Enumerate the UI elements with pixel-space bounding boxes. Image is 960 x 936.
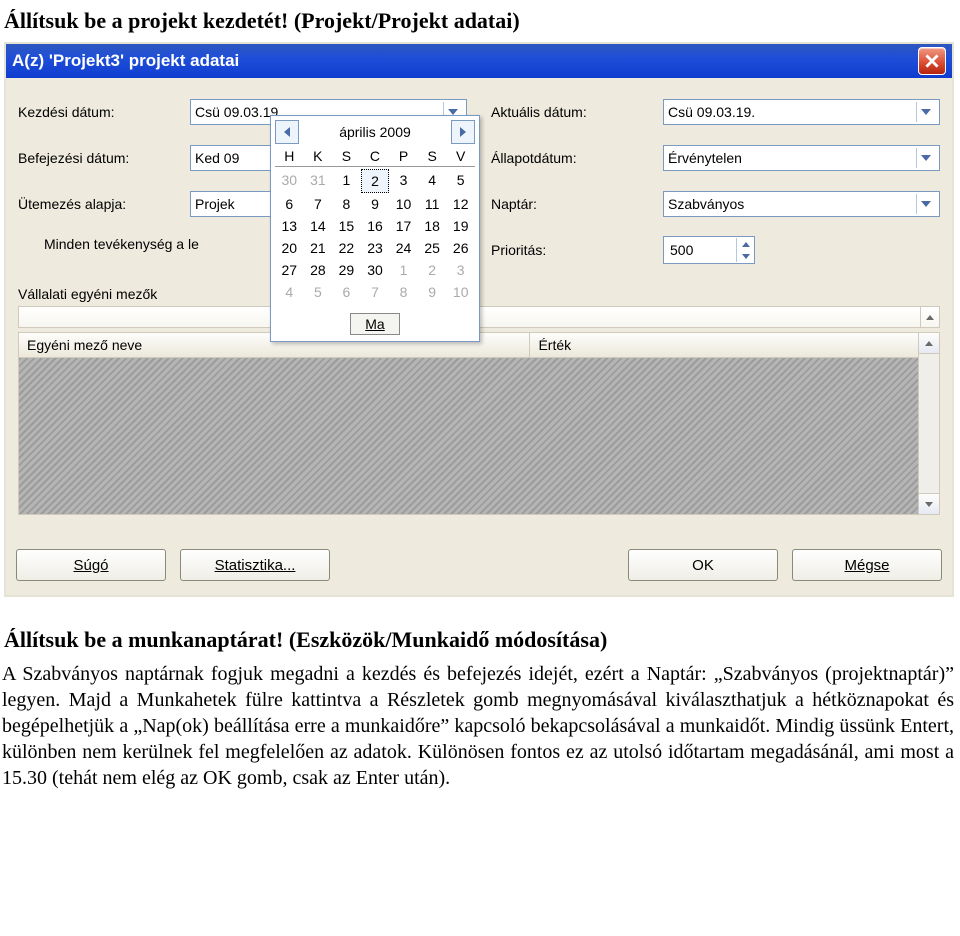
calendar-day[interactable]: 20 <box>275 237 304 259</box>
scroll-down-icon[interactable] <box>919 493 939 514</box>
current-date-value: Csü 09.03.19. <box>668 104 916 120</box>
calendar-day[interactable]: 26 <box>446 237 475 259</box>
calendar-day[interactable]: 21 <box>304 237 333 259</box>
datepicker-month: április 2009 <box>339 124 411 140</box>
calendar-day[interactable]: 5 <box>304 281 333 303</box>
calendar-day[interactable]: 25 <box>418 237 447 259</box>
calendar-day[interactable]: 5 <box>446 169 475 193</box>
calendar-day[interactable]: 3 <box>389 169 418 193</box>
calendar-day[interactable]: 13 <box>275 215 304 237</box>
day-header: V <box>446 148 475 167</box>
dropdown-icon <box>916 148 935 168</box>
calendar-day[interactable]: 3 <box>446 259 475 281</box>
cancel-button[interactable]: Mégse <box>792 549 942 581</box>
current-date-field[interactable]: Csü 09.03.19. <box>663 99 940 125</box>
calendar-day[interactable]: 16 <box>361 215 390 237</box>
ok-button[interactable]: OK <box>628 549 778 581</box>
calendar-day[interactable]: 9 <box>361 193 390 215</box>
calendar-day[interactable]: 6 <box>275 193 304 215</box>
calendar-day[interactable]: 2 <box>361 169 390 193</box>
calendar-value: Szabványos <box>668 196 916 212</box>
calendar-day[interactable]: 19 <box>446 215 475 237</box>
date-picker-popup: április 2009 HKSCPSV30311234567891011121… <box>270 115 480 342</box>
custom-fields-grid: Egyéni mező neve Érték <box>18 332 919 515</box>
calendar-day[interactable]: 8 <box>389 281 418 303</box>
calendar-day[interactable]: 8 <box>332 193 361 215</box>
scroll-up-icon[interactable] <box>919 333 939 354</box>
today-button[interactable]: Ma <box>350 313 399 335</box>
close-icon <box>925 54 939 68</box>
titlebar[interactable]: A(z) 'Projekt3' projekt adatai <box>6 44 952 78</box>
calendar-day[interactable]: 28 <box>304 259 333 281</box>
spin-up-icon[interactable] <box>736 238 754 250</box>
dropdown-icon <box>916 194 935 214</box>
priority-label: Prioritás: <box>491 242 663 258</box>
close-button[interactable] <box>918 47 946 75</box>
help-button[interactable]: Súgó <box>16 549 166 581</box>
calendar-day[interactable]: 1 <box>389 259 418 281</box>
calendar-day[interactable]: 7 <box>304 193 333 215</box>
day-header: C <box>361 148 390 167</box>
calendar-day[interactable]: 22 <box>332 237 361 259</box>
calendar-day[interactable]: 30 <box>361 259 390 281</box>
day-header: S <box>332 148 361 167</box>
calendar-day[interactable]: 15 <box>332 215 361 237</box>
calendar-day[interactable]: 23 <box>361 237 390 259</box>
calendar-day[interactable]: 12 <box>446 193 475 215</box>
calendar-day[interactable]: 18 <box>418 215 447 237</box>
chevron-right-icon <box>459 127 467 137</box>
day-header: P <box>389 148 418 167</box>
calendar-day[interactable]: 10 <box>446 281 475 303</box>
grid-scrollbar[interactable] <box>919 332 940 515</box>
statistics-button[interactable]: Statisztika... <box>180 549 330 581</box>
calendar-day[interactable]: 29 <box>332 259 361 281</box>
calendar-day[interactable]: 17 <box>389 215 418 237</box>
current-date-label: Aktuális dátum: <box>491 104 663 120</box>
day-header: S <box>418 148 447 167</box>
priority-value: 500 <box>664 242 736 258</box>
day-header: H <box>275 148 304 167</box>
calendar-day[interactable]: 1 <box>332 169 361 193</box>
status-date-value: Érvénytelen <box>668 150 916 166</box>
calendar-day[interactable]: 7 <box>361 281 390 303</box>
calendar-day[interactable]: 14 <box>304 215 333 237</box>
calendar-day[interactable]: 30 <box>275 169 304 193</box>
priority-spinner[interactable]: 500 <box>663 236 755 264</box>
end-date-label: Befejezési dátum: <box>18 150 190 166</box>
spin-down-icon[interactable] <box>736 250 754 262</box>
dialog-title: A(z) 'Projekt3' projekt adatai <box>12 51 918 71</box>
calendar-day[interactable]: 31 <box>304 169 333 193</box>
calendar-grid: HKSCPSV303112345678910111213141516171819… <box>271 148 479 307</box>
doc-heading-2: Állítsuk be a munkanaptárat! (Eszközök/M… <box>4 627 960 653</box>
prev-month-button[interactable] <box>275 120 299 144</box>
dropdown-icon <box>916 102 935 122</box>
calendar-day[interactable]: 10 <box>389 193 418 215</box>
doc-paragraph: A Szabványos naptárnak fogjuk megadni a … <box>2 661 954 791</box>
calendar-label: Naptár: <box>491 196 663 212</box>
grid-header-value[interactable]: Érték <box>530 333 918 357</box>
day-header: K <box>304 148 333 167</box>
doc-heading-1: Állítsuk be a projekt kezdetét! (Projekt… <box>4 8 960 34</box>
project-info-dialog: A(z) 'Projekt3' projekt adatai Kezdési d… <box>4 42 954 597</box>
schedule-base-label: Ütemezés alapja: <box>18 196 190 212</box>
status-date-label: Állapotdátum: <box>491 150 663 166</box>
calendar-day[interactable]: 4 <box>418 169 447 193</box>
calendar-day[interactable]: 9 <box>418 281 447 303</box>
calendar-day[interactable]: 11 <box>418 193 447 215</box>
calendar-day[interactable]: 27 <box>275 259 304 281</box>
next-month-button[interactable] <box>451 120 475 144</box>
calendar-day[interactable]: 24 <box>389 237 418 259</box>
calendar-day[interactable]: 2 <box>418 259 447 281</box>
status-date-field[interactable]: Érvénytelen <box>663 145 940 171</box>
grid-body-empty <box>19 358 918 514</box>
chevron-left-icon <box>283 127 291 137</box>
calendar-field[interactable]: Szabványos <box>663 191 940 217</box>
start-date-label: Kezdési dátum: <box>18 104 190 120</box>
calendar-day[interactable]: 6 <box>332 281 361 303</box>
chevron-up-icon <box>926 315 934 320</box>
calendar-day[interactable]: 4 <box>275 281 304 303</box>
